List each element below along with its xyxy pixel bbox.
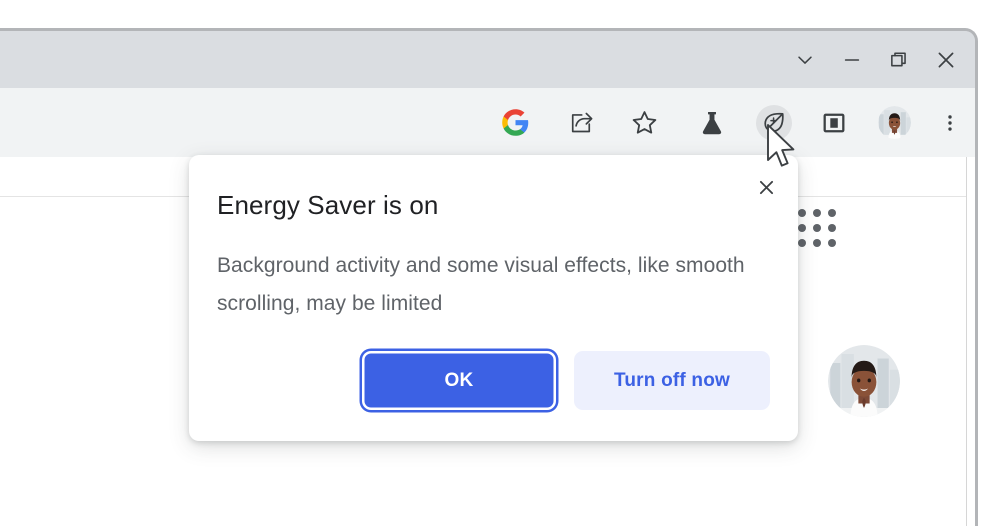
more-menu-button[interactable] [932, 105, 968, 141]
grid-dot [813, 239, 821, 247]
grid-dot [828, 239, 836, 247]
google-apps-grid-icon[interactable] [798, 209, 839, 250]
energy-saver-button[interactable] [756, 104, 792, 141]
grid-dot [813, 209, 821, 217]
grid-dot [813, 224, 821, 232]
chevron-down-icon [794, 49, 816, 71]
window-controls [781, 31, 969, 88]
grid-dot [828, 209, 836, 217]
star-icon [630, 108, 659, 137]
ok-button[interactable]: OK [362, 351, 556, 410]
grid-dot [798, 239, 806, 247]
screenshot-root: Energy Saver is on Background activity a… [0, 0, 1000, 526]
restore-icon [888, 49, 910, 71]
browser-toolbar [0, 88, 975, 157]
bubble-actions: OK Turn off now [217, 351, 770, 410]
account-avatar[interactable] [828, 345, 900, 417]
bubble-title: Energy Saver is on [217, 190, 439, 220]
share-button[interactable] [563, 105, 599, 141]
leaf-icon [761, 110, 787, 136]
share-icon [568, 109, 595, 136]
flask-icon [698, 109, 726, 137]
turn-off-now-button[interactable]: Turn off now [574, 351, 770, 410]
side-panel-button[interactable] [816, 105, 852, 141]
side-panel-icon [821, 110, 847, 136]
close-button[interactable] [922, 37, 969, 83]
google-g-icon [501, 108, 530, 137]
bubble-body-text: Background activity and some visual effe… [217, 254, 745, 315]
grid-dot [828, 224, 836, 232]
close-icon [756, 177, 777, 198]
close-icon [934, 48, 958, 72]
bubble-close-button[interactable] [748, 169, 784, 205]
profile-button[interactable] [876, 105, 912, 141]
minimize-button[interactable] [828, 37, 875, 83]
toolbar-actions [0, 88, 975, 157]
tab-search-button[interactable] [781, 37, 828, 83]
grid-dot [798, 224, 806, 232]
grid-dot [798, 209, 806, 217]
experiments-button[interactable] [694, 105, 730, 141]
restore-button[interactable] [875, 37, 922, 83]
bookmark-button[interactable] [626, 105, 662, 141]
minimize-icon [841, 49, 863, 71]
google-search-icon[interactable] [497, 105, 533, 141]
avatar-icon [877, 106, 911, 139]
title-bar [0, 31, 975, 88]
energy-saver-bubble: Energy Saver is on Background activity a… [189, 155, 798, 441]
three-dot-menu-icon [939, 112, 961, 134]
